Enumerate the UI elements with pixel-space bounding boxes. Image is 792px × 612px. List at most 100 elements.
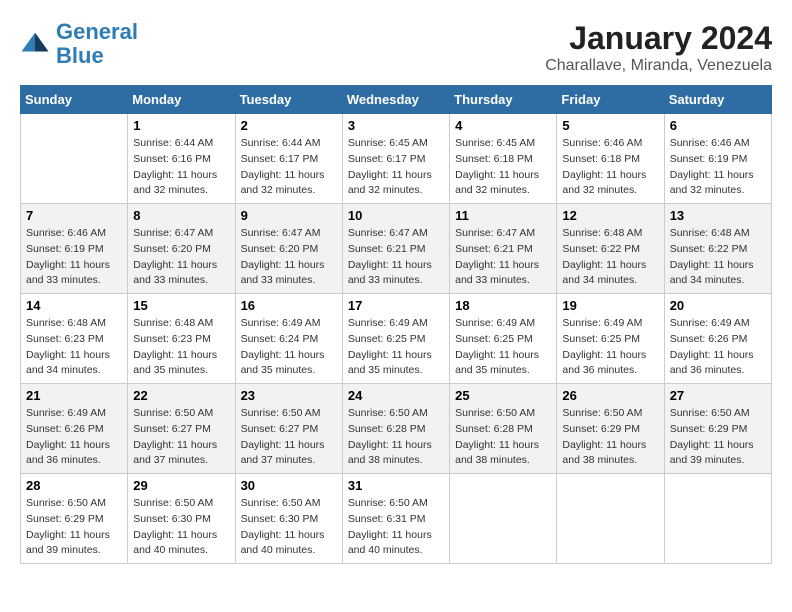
page-header: General Blue January 2024 Charallave, Mi…	[20, 20, 772, 75]
logo-line1: General	[56, 19, 138, 44]
calendar-title: January 2024	[545, 20, 772, 57]
day-number: 20	[670, 298, 766, 313]
day-info: Sunrise: 6:48 AMSunset: 6:22 PMDaylight:…	[670, 226, 766, 289]
calendar-cell: 31 Sunrise: 6:50 AMSunset: 6:31 PMDayligh…	[342, 474, 449, 564]
day-info: Sunrise: 6:50 AMSunset: 6:28 PMDaylight:…	[455, 406, 551, 469]
logo-line2: Blue	[56, 43, 104, 68]
day-info: Sunrise: 6:50 AMSunset: 6:27 PMDaylight:…	[241, 406, 337, 469]
calendar-cell: 23Sunrise: 6:50 AMSunset: 6:27 PMDayligh…	[235, 384, 342, 474]
day-number: 15	[133, 298, 229, 313]
day-info: Sunrise: 6:44 AMSunset: 6:16 PMDaylight:…	[133, 136, 229, 199]
day-number: 25	[455, 388, 551, 403]
day-info: Sunrise: 6:49 AMSunset: 6:26 PMDaylight:…	[26, 406, 122, 469]
day-info: Sunrise: 6:47 AMSunset: 6:21 PMDaylight:…	[455, 226, 551, 289]
calendar-cell: 8 Sunrise: 6:47 AMSunset: 6:20 PMDaylight…	[128, 204, 235, 294]
day-info: Sunrise: 6:48 AMSunset: 6:23 PMDaylight:…	[133, 316, 229, 379]
day-info: Sunrise: 6:47 AMSunset: 6:20 PMDaylight:…	[133, 226, 229, 289]
calendar-cell: 5 Sunrise: 6:46 AMSunset: 6:18 PMDaylight…	[557, 114, 664, 204]
calendar-cell: 6 Sunrise: 6:46 AMSunset: 6:19 PMDaylight…	[664, 114, 771, 204]
day-number: 6	[670, 118, 766, 133]
day-number: 3	[348, 118, 444, 133]
day-number: 31	[348, 478, 444, 493]
day-info: Sunrise: 6:45 AMSunset: 6:17 PMDaylight:…	[348, 136, 444, 199]
day-number: 30	[241, 478, 337, 493]
day-number: 19	[562, 298, 658, 313]
day-number: 26	[562, 388, 658, 403]
calendar-cell: 3 Sunrise: 6:45 AMSunset: 6:17 PMDaylight…	[342, 114, 449, 204]
calendar-cell: 26 Sunrise: 6:50 AMSunset: 6:29 PMDayligh…	[557, 384, 664, 474]
day-number: 11	[455, 208, 551, 223]
logo: General Blue	[20, 20, 138, 68]
day-number: 9	[241, 208, 337, 223]
calendar-cell: 25 Sunrise: 6:50 AMSunset: 6:28 PMDayligh…	[450, 384, 557, 474]
calendar-cell	[450, 474, 557, 564]
day-info: Sunrise: 6:49 AMSunset: 6:25 PMDaylight:…	[562, 316, 658, 379]
day-number: 2	[241, 118, 337, 133]
calendar-cell: 21 Sunrise: 6:49 AMSunset: 6:26 PMDayligh…	[21, 384, 128, 474]
header-friday: Friday	[557, 86, 664, 114]
calendar-cell	[664, 474, 771, 564]
calendar-cell: 18 Sunrise: 6:49 AMSunset: 6:25 PMDayligh…	[450, 294, 557, 384]
calendar-cell: 30 Sunrise: 6:50 AMSunset: 6:30 PMDayligh…	[235, 474, 342, 564]
calendar-cell: 12Sunrise: 6:48 AMSunset: 6:22 PMDayligh…	[557, 204, 664, 294]
day-info: Sunrise: 6:48 AMSunset: 6:23 PMDaylight:…	[26, 316, 122, 379]
day-info: Sunrise: 6:44 AMSunset: 6:17 PMDaylight:…	[241, 136, 337, 199]
week-row-5: 28Sunrise: 6:50 AMSunset: 6:29 PMDayligh…	[21, 474, 772, 564]
calendar-cell: 4Sunrise: 6:45 AMSunset: 6:18 PMDaylight…	[450, 114, 557, 204]
calendar-cell: 9 Sunrise: 6:47 AMSunset: 6:20 PMDaylight…	[235, 204, 342, 294]
calendar-cell: 10Sunrise: 6:47 AMSunset: 6:21 PMDayligh…	[342, 204, 449, 294]
calendar-cell: 17 Sunrise: 6:49 AMSunset: 6:25 PMDayligh…	[342, 294, 449, 384]
day-number: 5	[562, 118, 658, 133]
day-number: 16	[241, 298, 337, 313]
day-number: 24	[348, 388, 444, 403]
day-info: Sunrise: 6:48 AMSunset: 6:22 PMDaylight:…	[562, 226, 658, 289]
header-tuesday: Tuesday	[235, 86, 342, 114]
day-number: 14	[26, 298, 122, 313]
header-sunday: Sunday	[21, 86, 128, 114]
day-number: 1	[133, 118, 229, 133]
calendar-subtitle: Charallave, Miranda, Venezuela	[545, 57, 772, 75]
day-info: Sunrise: 6:47 AMSunset: 6:21 PMDaylight:…	[348, 226, 444, 289]
calendar-header-row: SundayMondayTuesdayWednesdayThursdayFrid…	[21, 86, 772, 114]
header-monday: Monday	[128, 86, 235, 114]
day-info: Sunrise: 6:50 AMSunset: 6:31 PMDaylight:…	[348, 496, 444, 559]
title-block: January 2024 Charallave, Miranda, Venezu…	[545, 20, 772, 75]
week-row-1: 1 Sunrise: 6:44 AMSunset: 6:16 PMDaylight…	[21, 114, 772, 204]
day-number: 4	[455, 118, 551, 133]
calendar-cell: 24Sunrise: 6:50 AMSunset: 6:28 PMDayligh…	[342, 384, 449, 474]
week-row-3: 14 Sunrise: 6:48 AMSunset: 6:23 PMDayligh…	[21, 294, 772, 384]
day-info: Sunrise: 6:46 AMSunset: 6:18 PMDaylight:…	[562, 136, 658, 199]
day-info: Sunrise: 6:47 AMSunset: 6:20 PMDaylight:…	[241, 226, 337, 289]
calendar-cell: 16 Sunrise: 6:49 AMSunset: 6:24 PMDayligh…	[235, 294, 342, 384]
day-number: 21	[26, 388, 122, 403]
day-number: 13	[670, 208, 766, 223]
calendar-cell: 28Sunrise: 6:50 AMSunset: 6:29 PMDayligh…	[21, 474, 128, 564]
day-info: Sunrise: 6:50 AMSunset: 6:29 PMDaylight:…	[670, 406, 766, 469]
day-number: 27	[670, 388, 766, 403]
day-info: Sunrise: 6:50 AMSunset: 6:30 PMDaylight:…	[241, 496, 337, 559]
calendar-cell: 22 Sunrise: 6:50 AMSunset: 6:27 PMDayligh…	[128, 384, 235, 474]
day-number: 7	[26, 208, 122, 223]
day-info: Sunrise: 6:49 AMSunset: 6:25 PMDaylight:…	[348, 316, 444, 379]
day-info: Sunrise: 6:50 AMSunset: 6:29 PMDaylight:…	[562, 406, 658, 469]
day-info: Sunrise: 6:49 AMSunset: 6:25 PMDaylight:…	[455, 316, 551, 379]
calendar-cell	[557, 474, 664, 564]
day-number: 22	[133, 388, 229, 403]
calendar-cell: 19 Sunrise: 6:49 AMSunset: 6:25 PMDayligh…	[557, 294, 664, 384]
calendar-cell	[21, 114, 128, 204]
day-info: Sunrise: 6:50 AMSunset: 6:30 PMDaylight:…	[133, 496, 229, 559]
day-number: 18	[455, 298, 551, 313]
calendar-table: SundayMondayTuesdayWednesdayThursdayFrid…	[20, 85, 772, 564]
day-info: Sunrise: 6:49 AMSunset: 6:24 PMDaylight:…	[241, 316, 337, 379]
logo-icon	[20, 29, 50, 59]
header-thursday: Thursday	[450, 86, 557, 114]
day-info: Sunrise: 6:50 AMSunset: 6:27 PMDaylight:…	[133, 406, 229, 469]
day-number: 17	[348, 298, 444, 313]
calendar-cell: 13 Sunrise: 6:48 AMSunset: 6:22 PMDayligh…	[664, 204, 771, 294]
day-info: Sunrise: 6:50 AMSunset: 6:29 PMDaylight:…	[26, 496, 122, 559]
header-saturday: Saturday	[664, 86, 771, 114]
calendar-cell: 27 Sunrise: 6:50 AMSunset: 6:29 PMDayligh…	[664, 384, 771, 474]
day-info: Sunrise: 6:46 AMSunset: 6:19 PMDaylight:…	[670, 136, 766, 199]
calendar-cell: 7Sunrise: 6:46 AMSunset: 6:19 PMDaylight…	[21, 204, 128, 294]
day-number: 8	[133, 208, 229, 223]
